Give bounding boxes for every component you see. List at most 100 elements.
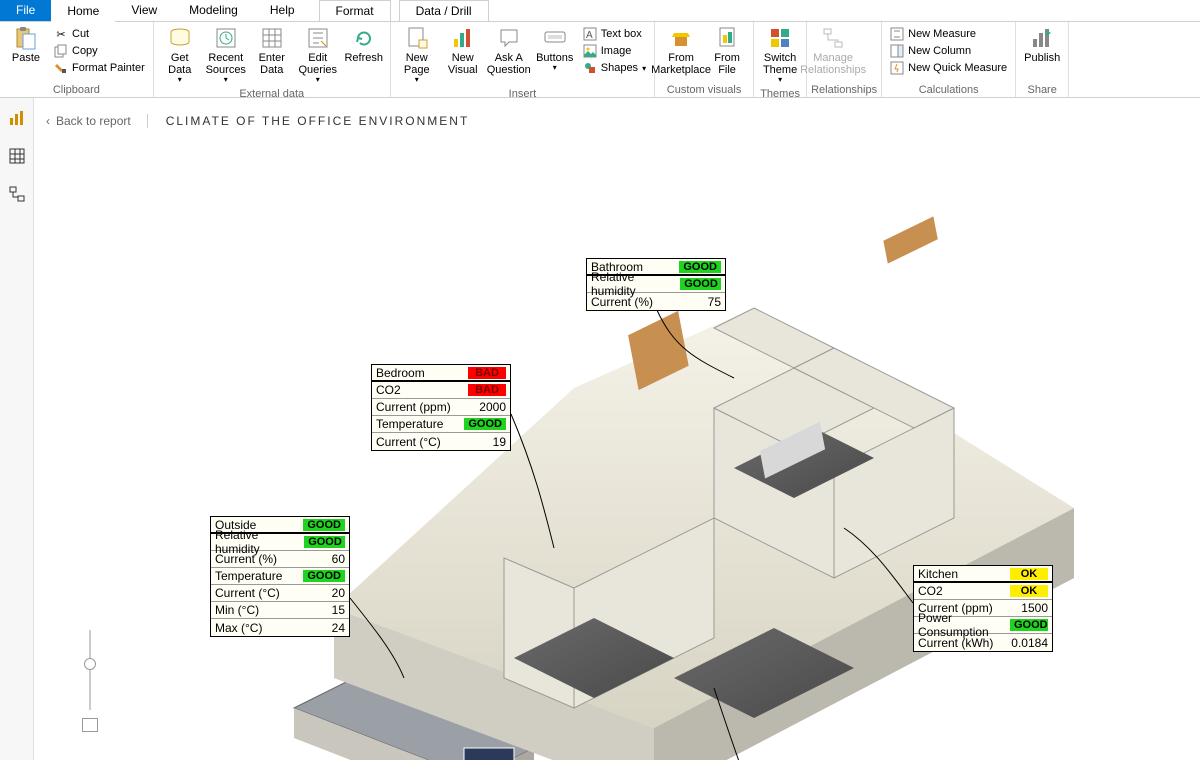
status-badge: BAD bbox=[468, 384, 506, 396]
report-canvas[interactable]: ‹ Back to report Climate of the office e… bbox=[34, 98, 1200, 760]
card-name: Kitchen bbox=[918, 567, 958, 581]
zoom-track[interactable] bbox=[89, 630, 91, 710]
card-row: Max (°C)24 bbox=[211, 619, 349, 636]
group-label-custom: Custom visuals bbox=[659, 83, 749, 97]
svg-text:A: A bbox=[586, 30, 593, 41]
zoom-slider[interactable] bbox=[80, 630, 100, 750]
ask-question-button[interactable]: Ask A Question bbox=[487, 24, 531, 78]
new-quick-measure-button[interactable]: New Quick Measure bbox=[886, 60, 1011, 76]
quick-measure-icon bbox=[890, 61, 904, 75]
buttons-button[interactable]: Buttons▾ bbox=[533, 24, 577, 75]
card-outside[interactable]: OutsideGOODRelative humidityGOODCurrent … bbox=[210, 516, 350, 637]
recent-sources-icon bbox=[214, 26, 238, 50]
tab-home[interactable]: Home bbox=[51, 1, 115, 22]
group-relationships: Manage Relationships Relationships bbox=[807, 22, 882, 97]
column-icon bbox=[890, 44, 904, 58]
back-to-report-button[interactable]: ‹ Back to report bbox=[46, 114, 131, 128]
floorplan-visual[interactable] bbox=[264, 248, 1084, 760]
tab-view[interactable]: View bbox=[115, 0, 173, 21]
group-clipboard: Paste ✂Cut Copy Format Painter Clipboard bbox=[0, 22, 154, 97]
chevron-down-icon: ▾ bbox=[415, 76, 419, 85]
edit-queries-button[interactable]: Edit Queries▾ bbox=[296, 24, 340, 87]
card-bedroom[interactable]: BedroomBADCO2BADCurrent (ppm)2000Tempera… bbox=[371, 364, 511, 451]
tab-file[interactable]: File bbox=[0, 0, 51, 21]
new-page-icon bbox=[405, 26, 429, 50]
model-view-button[interactable] bbox=[7, 184, 27, 204]
chevron-left-icon: ‹ bbox=[46, 114, 50, 128]
chevron-down-icon: ▾ bbox=[224, 76, 228, 85]
marketplace-icon bbox=[669, 26, 693, 50]
zoom-thumb[interactable] bbox=[84, 658, 96, 670]
from-marketplace-button[interactable]: From Marketplace bbox=[659, 24, 703, 78]
group-label-relationships: Relationships bbox=[811, 83, 877, 97]
row-value: 60 bbox=[332, 552, 345, 566]
text-box-icon: A bbox=[583, 27, 597, 41]
get-data-button[interactable]: Get Data▾ bbox=[158, 24, 202, 87]
group-label-clipboard: Clipboard bbox=[4, 83, 149, 97]
row-label: Temperature bbox=[376, 417, 443, 431]
shapes-button[interactable]: Shapes ▾ bbox=[579, 60, 650, 76]
row-value: 20 bbox=[332, 586, 345, 600]
brush-icon bbox=[54, 61, 68, 75]
publish-icon bbox=[1030, 26, 1054, 50]
card-row: CO2OK bbox=[914, 583, 1052, 600]
theme-icon bbox=[768, 26, 792, 50]
format-painter-button[interactable]: Format Painter bbox=[50, 60, 149, 76]
cut-icon: ✂ bbox=[54, 27, 68, 41]
card-row: Current (kWh)0.0184 bbox=[914, 634, 1052, 651]
card-bathroom[interactable]: BathroomGOODRelative humidityGOODCurrent… bbox=[586, 258, 726, 311]
from-file-icon bbox=[715, 26, 739, 50]
row-label: Max (°C) bbox=[215, 621, 262, 635]
row-value: 15 bbox=[332, 603, 345, 617]
enter-data-button[interactable]: Enter Data bbox=[250, 24, 294, 78]
status-badge: OK bbox=[1010, 568, 1048, 580]
cut-button[interactable]: ✂Cut bbox=[50, 26, 149, 42]
view-switcher bbox=[0, 98, 34, 760]
row-label: Current (°C) bbox=[215, 586, 280, 600]
row-label: Min (°C) bbox=[215, 603, 259, 617]
from-file-button[interactable]: From File bbox=[705, 24, 749, 78]
workspace: ‹ Back to report Climate of the office e… bbox=[0, 98, 1200, 760]
copy-button[interactable]: Copy bbox=[50, 43, 149, 59]
row-value: 1500 bbox=[1021, 601, 1048, 615]
card-row: Power ConsumptionGOOD bbox=[914, 617, 1052, 634]
new-visual-button[interactable]: New Visual bbox=[441, 24, 485, 78]
group-insert: New Page▾ New Visual Ask A Question Butt… bbox=[391, 22, 655, 97]
new-page-button[interactable]: New Page▾ bbox=[395, 24, 439, 87]
report-view-button[interactable] bbox=[7, 108, 27, 128]
tab-help[interactable]: Help bbox=[254, 0, 311, 21]
card-row: Current (ppm)2000 bbox=[372, 399, 510, 416]
card-kitchen[interactable]: KitchenOKCO2OKCurrent (ppm)1500Power Con… bbox=[913, 565, 1053, 652]
text-box-button[interactable]: AText box bbox=[579, 26, 650, 42]
drill-header: ‹ Back to report Climate of the office e… bbox=[34, 98, 1200, 144]
tab-modeling[interactable]: Modeling bbox=[173, 0, 254, 21]
group-label-share: Share bbox=[1020, 83, 1064, 97]
card-row: Current (°C) 20 bbox=[211, 585, 349, 602]
recent-sources-button[interactable]: Recent Sources▾ bbox=[204, 24, 248, 87]
group-calculations: New Measure New Column New Quick Measure… bbox=[882, 22, 1016, 97]
tab-format[interactable]: Format bbox=[319, 0, 391, 21]
new-measure-button[interactable]: New Measure bbox=[886, 26, 1011, 42]
fit-to-page-button[interactable] bbox=[82, 718, 98, 732]
status-badge: GOOD bbox=[303, 519, 345, 531]
refresh-button[interactable]: Refresh bbox=[342, 24, 386, 66]
publish-button[interactable]: Publish bbox=[1020, 24, 1064, 66]
manage-relationships-button[interactable]: Manage Relationships bbox=[811, 24, 855, 78]
switch-theme-button[interactable]: Switch Theme▾ bbox=[758, 24, 802, 87]
paste-button[interactable]: Paste bbox=[4, 24, 48, 66]
row-label: Temperature bbox=[215, 569, 282, 583]
shapes-icon bbox=[583, 61, 597, 75]
chevron-down-icon: ▾ bbox=[778, 76, 782, 85]
card-row: CO2BAD bbox=[372, 382, 510, 399]
measure-icon bbox=[890, 27, 904, 41]
group-label-calculations: Calculations bbox=[886, 83, 1011, 97]
row-value: 75 bbox=[708, 295, 721, 309]
row-label: Current (ppm) bbox=[376, 400, 451, 414]
image-button[interactable]: Image bbox=[579, 43, 650, 59]
status-badge: GOOD bbox=[680, 278, 721, 290]
tab-data-drill[interactable]: Data / Drill bbox=[399, 0, 489, 21]
data-view-button[interactable] bbox=[7, 146, 27, 166]
card-row: TemperatureGOOD bbox=[211, 568, 349, 585]
new-column-button[interactable]: New Column bbox=[886, 43, 1011, 59]
row-label: Current (%) bbox=[591, 295, 653, 309]
